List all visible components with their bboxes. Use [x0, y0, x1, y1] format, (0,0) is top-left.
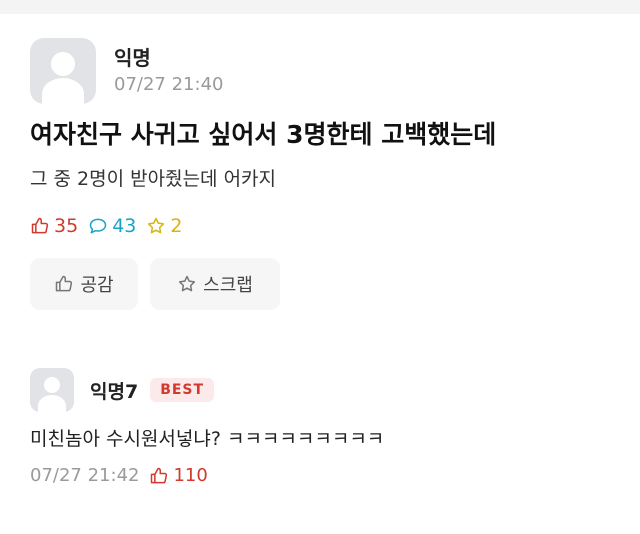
- avatar-head: [44, 377, 60, 393]
- avatar-body: [38, 395, 66, 412]
- post-stats: 35 43 2: [30, 214, 620, 238]
- post-author-name: 익명: [114, 46, 151, 70]
- star-icon: [179, 275, 196, 292]
- post-author-meta: 익명 07/27 21:40: [114, 46, 223, 96]
- thumbs-up-icon: [151, 467, 168, 484]
- like-button-label: 공감: [80, 275, 114, 296]
- post: 익명 07/27 21:40 여자친구 사귀고 싶어서 3명한테 고백했는데 그…: [30, 38, 620, 310]
- like-count: 35: [54, 215, 79, 237]
- comment-avatar: [30, 368, 74, 412]
- post-body: 그 중 2명이 받아줬는데 어카지: [30, 168, 277, 190]
- like-button[interactable]: 공감: [30, 258, 138, 310]
- comment-like-count: 110: [173, 465, 208, 486]
- thumbs-up-icon: [56, 275, 73, 292]
- like-count-stat: 35: [30, 214, 78, 238]
- post-actions: 공감 스크랩: [30, 258, 620, 310]
- comment-meta: 07/27 21:42 110: [30, 464, 620, 488]
- scrap-count: 2: [170, 215, 183, 237]
- top-divider: [0, 0, 640, 14]
- comment-count-stat: 43: [88, 214, 136, 238]
- comment-author-name: 익명7: [90, 380, 139, 403]
- scrap-count-stat: 2: [146, 214, 182, 238]
- thumbs-up-icon: [31, 217, 49, 234]
- comment-like-button[interactable]: 110: [149, 464, 208, 488]
- comment-author-row: 익명7 BEST: [30, 368, 620, 412]
- best-comment: 익명7 BEST 미친놈아 수시원서넣냐? ㅋㅋㅋㅋㅋㅋㅋㅋㅋ 07/27 21…: [30, 368, 620, 488]
- best-badge: BEST: [150, 378, 215, 402]
- scrap-button-label: 스크랩: [203, 275, 253, 296]
- post-timestamp: 07/27 21:40: [114, 74, 224, 95]
- post-avatar: [30, 38, 96, 104]
- speech-bubble-icon: [89, 218, 107, 234]
- comment-count: 43: [112, 215, 137, 237]
- scrap-button[interactable]: 스크랩: [150, 258, 280, 310]
- avatar-head: [51, 52, 75, 76]
- comment-text: 미친놈아 수시원서넣냐? ㅋㅋㅋㅋㅋㅋㅋㅋㅋ: [30, 428, 385, 450]
- avatar-body: [42, 78, 84, 104]
- post-title: 여자친구 사귀고 싶어서 3명한테 고백했는데: [30, 120, 497, 149]
- post-author-row: 익명 07/27 21:40: [30, 38, 620, 104]
- comment-timestamp: 07/27 21:42: [30, 465, 140, 486]
- star-icon: [148, 217, 165, 234]
